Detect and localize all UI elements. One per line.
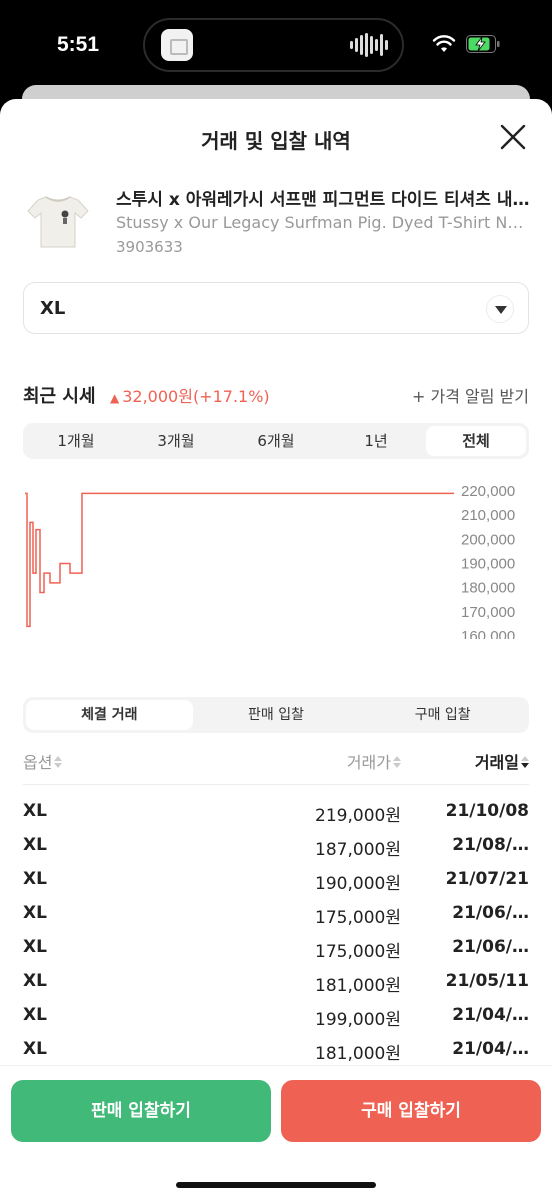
tab-completed-trades[interactable]: 체결 거래 (26, 700, 193, 730)
row-date: 21/07/21 (445, 869, 529, 889)
wifi-icon (432, 35, 456, 52)
row-option: XL (23, 903, 47, 923)
y-tick-label: 180,000 (461, 580, 515, 597)
row-price: 190,000원 (315, 874, 401, 894)
size-select-value: XL (40, 298, 66, 319)
table-row: XL 219,000원 21/10/08 (23, 796, 529, 830)
table-row: XL 190,000원 21/07/21 (23, 864, 529, 898)
table-row: XL 181,000원 21/04/… (23, 1034, 529, 1068)
app-icon (161, 29, 193, 61)
table-row: XL 199,000원 21/04/… (23, 1000, 529, 1034)
battery-charging-icon (466, 35, 500, 53)
tab-period-all[interactable]: 전체 (426, 426, 526, 456)
chevron-down-icon (486, 295, 514, 323)
row-date: 21/04/… (452, 1005, 529, 1025)
sheet-title: 거래 및 입찰 내역 (201, 129, 351, 153)
row-option: XL (23, 835, 47, 855)
table-row: XL 175,000원 21/06/… (23, 932, 529, 966)
y-tick-label: 170,000 (461, 604, 515, 621)
product-image (22, 183, 94, 255)
price-change: ▲ 32,000원(+17.1%) (110, 383, 270, 407)
column-date-header[interactable]: 거래일 (475, 749, 529, 773)
row-price: 181,000원 (315, 976, 401, 996)
row-date: 21/06/… (452, 937, 529, 957)
tab-period-3m[interactable]: 3개월 (126, 426, 226, 456)
row-date: 21/08/… (452, 835, 529, 855)
row-price: 175,000원 (315, 908, 401, 928)
sell-bid-button[interactable]: 판매 입찰하기 (11, 1080, 271, 1142)
trade-history-sheet: 거래 및 입찰 내역 스투시 x 아워레가시 서프맨 피그먼트 다이드 티셔츠 … (0, 99, 552, 1200)
y-tick-label: 210,000 (461, 507, 515, 524)
price-alert-button[interactable]: + 가격 알림 받기 (412, 383, 529, 407)
trade-list: XL 219,000원 21/10/08 XL 187,000원 21/08/…… (23, 796, 529, 1068)
column-date-label: 거래일 (474, 753, 519, 772)
table-row: XL 175,000원 21/06/… (23, 898, 529, 932)
price-line (25, 492, 454, 628)
recent-price-label: 최근 시세 (23, 386, 96, 407)
tab-buy-bids[interactable]: 구매 입찰 (359, 700, 526, 730)
row-price: 181,000원 (315, 1044, 401, 1064)
row-date: 21/05/11 (445, 971, 529, 991)
audio-wave-icon (350, 32, 388, 58)
row-option: XL (23, 869, 47, 889)
row-option: XL (23, 971, 47, 991)
y-tick-label: 200,000 (461, 531, 515, 548)
table-row: XL 181,000원 21/05/11 (23, 966, 529, 1000)
column-option-header[interactable]: 옵션 (23, 749, 63, 773)
column-price-header[interactable]: 거래가 (347, 749, 401, 773)
close-icon[interactable] (499, 123, 527, 151)
y-tick-label: 190,000 (461, 556, 515, 573)
bottom-action-bar: 판매 입찰하기 구매 입찰하기 (0, 1065, 552, 1200)
row-option: XL (23, 1005, 47, 1025)
arrow-up-icon: ▲ (110, 391, 120, 405)
tab-period-6m[interactable]: 6개월 (226, 426, 326, 456)
row-price: 175,000원 (315, 942, 401, 962)
price-chart: 220,000 210,000 200,000 190,000 180,000 170,0… (25, 483, 515, 639)
row-date: 21/10/08 (445, 801, 529, 821)
sort-desc-icon (521, 755, 529, 768)
product-code: 3903633 (116, 238, 183, 256)
column-price-label: 거래가 (346, 753, 391, 772)
tab-sell-bids[interactable]: 판매 입찰 (193, 700, 360, 730)
size-select[interactable]: XL (23, 282, 529, 334)
row-date: 21/06/… (452, 903, 529, 923)
table-header: 옵션 거래가 거래일 (23, 749, 529, 785)
buy-bid-button[interactable]: 구매 입찰하기 (281, 1080, 541, 1142)
tab-period-1y[interactable]: 1년 (326, 426, 426, 456)
row-price: 187,000원 (315, 840, 401, 860)
period-tabs: 1개월 3개월 6개월 1년 전체 (23, 423, 529, 459)
status-time: 5:51 (57, 33, 100, 56)
row-price: 219,000원 (315, 806, 401, 826)
price-change-value: 32,000원(+17.1%) (122, 387, 270, 406)
row-price: 199,000원 (315, 1010, 401, 1030)
status-bar: 5:51 (0, 0, 552, 92)
sort-icon (54, 755, 63, 768)
dynamic-island (143, 18, 404, 72)
product-name-english: Stussy x Our Legacy Surfman Pig. Dyed T-… (116, 213, 530, 232)
column-option-label: 옵션 (23, 753, 53, 772)
home-indicator (176, 1182, 376, 1188)
row-date: 21/04/… (452, 1039, 529, 1059)
table-row: XL 187,000원 21/08/… (23, 830, 529, 864)
row-option: XL (23, 1039, 47, 1059)
y-tick-label: 160,000 (461, 628, 515, 639)
trade-tabs: 체결 거래 판매 입찰 구매 입찰 (23, 697, 529, 733)
sort-icon (393, 755, 401, 768)
y-tick-label: 220,000 (461, 483, 515, 500)
row-option: XL (23, 937, 47, 957)
product-name-korean: 스투시 x 아워레가시 서프맨 피그먼트 다이드 티셔츠 내추럴 (116, 190, 530, 210)
tab-period-1m[interactable]: 1개월 (26, 426, 126, 456)
row-option: XL (23, 801, 47, 821)
